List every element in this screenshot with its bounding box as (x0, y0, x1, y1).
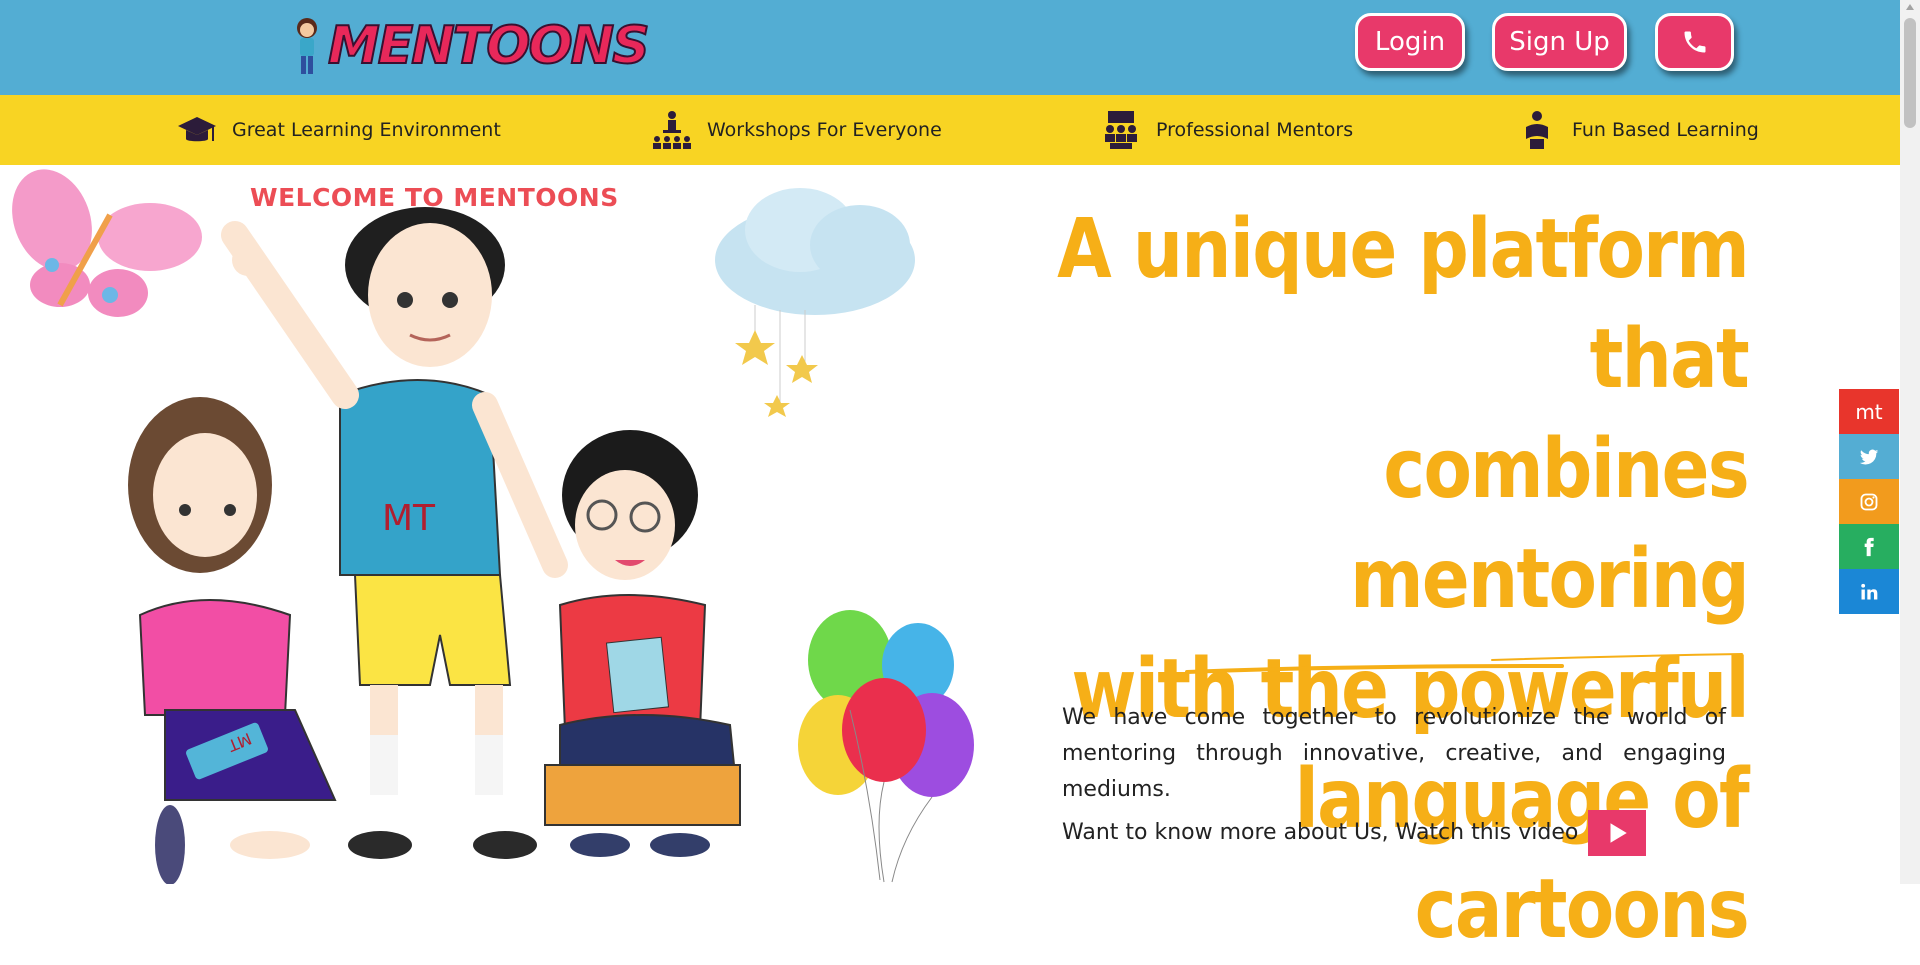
balloons-image (798, 610, 974, 883)
scroll-up-arrow-icon[interactable] (1906, 4, 1914, 10)
signup-button[interactable]: Sign Up (1492, 13, 1627, 71)
headline-underline (1185, 653, 1743, 674)
headline-line: combines mentoring (1350, 422, 1750, 627)
scrollbar-thumb[interactable] (1904, 18, 1916, 128)
facebook-icon (1864, 537, 1874, 556)
feature-label: Great Learning Environment (232, 119, 501, 141)
play-video-button[interactable] (1588, 810, 1646, 856)
shirt-text: MT (382, 498, 436, 539)
login-button[interactable]: Login (1355, 13, 1465, 71)
social-linkedin-link[interactable] (1839, 569, 1899, 614)
features-bar: Great Learning Environment Workshops For… (0, 95, 1900, 165)
video-prompt-text: Want to know more about Us, Watch this v… (1062, 820, 1579, 845)
feature-fun-learning[interactable]: Fun Based Learning (1516, 95, 1759, 165)
about-paragraph: We have come together to revolutionize t… (1062, 705, 1726, 802)
feature-great-learning[interactable]: Great Learning Environment (176, 95, 501, 165)
feature-mentors[interactable]: Professional Mentors (1100, 95, 1353, 165)
page-scrollbar[interactable] (1900, 0, 1920, 884)
top-header: MENTOONS Login Sign Up (0, 0, 1900, 95)
logo-text: MENTOONS (327, 15, 651, 77)
graduation-cap-icon (178, 117, 216, 142)
linkedin-icon (1861, 583, 1878, 599)
social-mentoons-link[interactable]: mt (1839, 389, 1899, 434)
social-twitter-link[interactable] (1839, 434, 1899, 479)
mentoons-logo[interactable]: MENTOONS (290, 12, 651, 82)
play-icon (1610, 823, 1627, 843)
social-instagram-link[interactable] (1839, 479, 1899, 524)
feature-label: Fun Based Learning (1572, 119, 1759, 141)
boy-sitting-character (544, 430, 741, 857)
twitter-icon (1859, 449, 1879, 465)
feature-label: Professional Mentors (1156, 119, 1354, 141)
workshop-icon (653, 111, 691, 149)
mentoons-icon: mt (1855, 399, 1883, 424)
phone-icon (1684, 31, 1705, 53)
hero-illustration: MT MT (12, 169, 974, 884)
butterfly-image (12, 169, 202, 317)
mentors-icon (1105, 111, 1137, 149)
logo-girl-icon (297, 18, 317, 74)
feature-workshops[interactable]: Workshops For Everyone (651, 95, 942, 165)
instagram-icon (1860, 493, 1878, 510)
cloud-image (715, 188, 915, 417)
feature-label: Workshops For Everyone (707, 119, 942, 141)
headline-line: A unique platform that (1057, 202, 1750, 407)
reading-icon (1526, 111, 1548, 149)
girl-kneeling-character: MT (128, 397, 337, 884)
social-facebook-link[interactable] (1839, 524, 1899, 569)
phone-button[interactable] (1655, 13, 1734, 71)
